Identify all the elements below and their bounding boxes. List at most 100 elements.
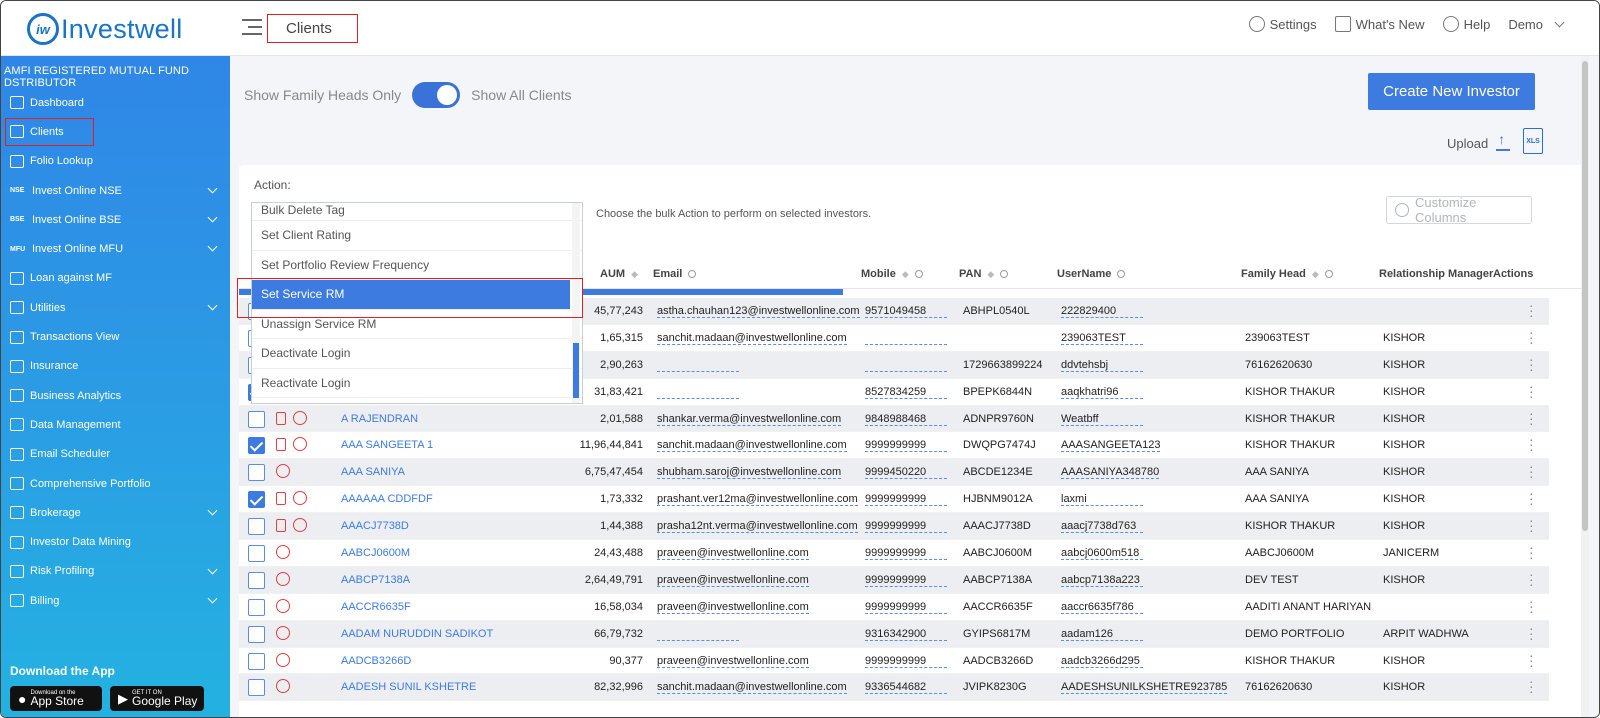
sidebar-item-risk-profiling[interactable]: Risk Profiling <box>1 557 230 586</box>
mobile-value[interactable]: 9999999999 <box>865 520 947 534</box>
whats-new-link[interactable]: What's New <box>1334 16 1425 32</box>
app-store-button[interactable]: ● Download on the App Store <box>10 686 102 711</box>
client-name[interactable]: AADAM NURUDDIN SADIKOT <box>341 628 493 640</box>
menu-icon[interactable] <box>242 19 262 37</box>
mobile-value[interactable]: 9999999999 <box>865 493 947 507</box>
table-row[interactable]: AAACJ7738D 1,44,388 prasha12nt.verma@inves… <box>239 513 1549 541</box>
sidebar-item-brokerage[interactable]: Brokerage <box>1 498 230 527</box>
table-row[interactable]: AACCR6635F 16,58,034 praveen@investwellonl… <box>239 593 1549 621</box>
action-option[interactable]: Set Client Rating <box>252 221 582 251</box>
col-family-head[interactable]: Family Head ◆ <box>1241 268 1333 280</box>
sidebar-item-insurance[interactable]: Insurance <box>1 352 230 381</box>
client-name[interactable]: AABCJ0600M <box>341 547 410 559</box>
row-checkbox[interactable] <box>248 598 265 616</box>
more-options-icon[interactable]: · · · <box>1529 352 1534 376</box>
username-value[interactable]: aaqkhatri96 <box>1061 386 1143 399</box>
more-options-icon[interactable]: · · · <box>1529 674 1534 698</box>
username-value[interactable]: aabcj0600m518 <box>1061 547 1143 561</box>
more-options-icon[interactable]: · · · <box>1529 540 1534 564</box>
upload-button[interactable]: Upload <box>1447 131 1511 151</box>
username-value[interactable]: aabcp7138a223 <box>1061 574 1143 587</box>
col-aum[interactable]: AUM ◆ <box>600 268 638 280</box>
table-row[interactable]: AAAAAA CDDFDF 1,73,332 prashant.ver12ma@in… <box>239 486 1549 514</box>
username-value[interactable]: aaacj7738d763 <box>1061 520 1143 534</box>
more-options-icon[interactable]: · · · <box>1529 621 1534 645</box>
action-option[interactable]: Set Portfolio Review Frequency <box>252 251 582 280</box>
email-value[interactable]: praveen@investwellonline.com <box>657 574 809 587</box>
table-row[interactable]: AAA SANGEETA 1 11,96,44,841 sanchit.madaan… <box>239 432 1549 460</box>
sidebar-item-billing[interactable]: Billing <box>1 586 230 615</box>
username-value[interactable]: AAASANGEETA123 <box>1061 439 1161 453</box>
client-name[interactable]: AADCB3266D <box>341 655 411 667</box>
more-options-icon[interactable]: · · · <box>1529 567 1534 591</box>
settings-link[interactable]: Settings <box>1248 16 1317 32</box>
email-value[interactable] <box>657 628 739 641</box>
action-option[interactable]: Bulk Delete Tag <box>252 203 582 221</box>
email-value[interactable]: sanchit.madaan@investwellonline.com <box>657 332 847 345</box>
search-icon[interactable] <box>914 270 923 278</box>
username-value[interactable]: AADESHSUNILKSHETRE923785 <box>1061 681 1228 695</box>
sidebar-item-data-management[interactable]: Data Management <box>1 410 230 439</box>
username-value[interactable]: 222829400 <box>1061 305 1143 318</box>
mobile-value[interactable]: 9316342900 <box>865 628 947 641</box>
client-name[interactable]: AACCR6635F <box>341 601 411 613</box>
sidebar-item-invest-online-mfu[interactable]: MFU Invest Online MFU <box>1 234 230 263</box>
client-name[interactable]: AADESH SUNIL KSHETRE <box>341 681 476 693</box>
more-options-icon[interactable]: · · · <box>1529 486 1534 510</box>
table-row[interactable]: AADCB3266D 90,377 praveen@investwellonline… <box>239 647 1549 675</box>
row-checkbox[interactable] <box>248 652 265 670</box>
sort-icon[interactable]: ◆ <box>902 269 909 280</box>
email-value[interactable]: praveen@investwellonline.com <box>657 601 809 614</box>
client-name[interactable]: AAA SANIYA <box>341 466 405 478</box>
sidebar-item-investor-data-mining[interactable]: Investor Data Mining <box>1 527 230 556</box>
family-heads-toggle[interactable] <box>412 82 461 108</box>
sidebar-item-transactions-view[interactable]: Transactions View <box>1 322 230 351</box>
more-options-icon[interactable]: · · · <box>1529 513 1534 537</box>
xls-file-icon[interactable]: XLS <box>1523 128 1543 154</box>
user-menu[interactable]: Demo <box>1508 17 1565 32</box>
more-options-icon[interactable]: · · · <box>1529 459 1534 483</box>
email-value[interactable]: praveen@investwellonline.com <box>657 655 809 668</box>
action-option[interactable]: Set Service RM <box>252 280 570 310</box>
google-play-button[interactable]: ▶ GET IT ON Google Play <box>110 686 204 711</box>
sort-icon[interactable]: ◆ <box>987 269 994 280</box>
row-checkbox[interactable] <box>248 464 265 482</box>
sidebar-item-dashboard[interactable]: Dashboard <box>1 88 230 117</box>
sort-icon[interactable]: ◆ <box>1312 269 1319 280</box>
mobile-value[interactable] <box>865 359 947 372</box>
search-icon[interactable] <box>1117 270 1126 278</box>
username-value[interactable]: AAASANIYA348780 <box>1061 466 1160 480</box>
action-option[interactable]: Reactivate Login <box>252 369 582 398</box>
more-options-icon[interactable]: · · · <box>1529 406 1534 430</box>
logo[interactable]: iw Investwell <box>27 13 183 45</box>
sidebar-item-invest-online-nse[interactable]: NSE Invest Online NSE <box>1 176 230 205</box>
help-link[interactable]: Help <box>1442 16 1490 32</box>
email-value[interactable]: sanchit.madaan@investwellonline.com <box>657 439 847 453</box>
search-icon[interactable] <box>688 270 697 278</box>
table-row[interactable]: AADESH SUNIL KSHETRE 82,32,996 sanchit.mad… <box>239 674 1549 702</box>
sidebar-item-folio-lookup[interactable]: Folio Lookup <box>1 147 230 176</box>
col-username[interactable]: UserName <box>1057 268 1126 280</box>
mobile-value[interactable]: 8527834259 <box>865 386 947 399</box>
col-pan[interactable]: PAN ◆ <box>959 268 1009 280</box>
username-value[interactable]: ddvtehsbj <box>1061 359 1143 372</box>
col-email[interactable]: Email <box>653 268 697 280</box>
mobile-value[interactable]: 9999999999 <box>865 547 947 561</box>
sidebar-item-utilities[interactable]: Utilities <box>1 293 230 322</box>
username-value[interactable]: 239063TEST <box>1061 332 1143 345</box>
client-name[interactable]: AAAAAA CDDFDF <box>341 493 433 505</box>
mobile-value[interactable]: 9336544682 <box>865 681 947 695</box>
mobile-value[interactable]: 9999999999 <box>865 655 947 668</box>
client-name[interactable]: AAACJ7738D <box>341 520 409 532</box>
email-value[interactable]: shubham.saroj@investwellonline.com <box>657 466 842 480</box>
more-options-icon[interactable]: · · · <box>1529 648 1534 672</box>
table-row[interactable]: AABCJ0600M 24,43,488 praveen@investwellonl… <box>239 540 1549 567</box>
username-value[interactable]: aadcb3266d295 <box>1061 655 1143 668</box>
row-checkbox[interactable] <box>248 545 265 563</box>
create-investor-button[interactable]: Create New Investor <box>1368 73 1535 110</box>
row-checkbox[interactable] <box>248 625 265 643</box>
sidebar-item-comprehensive-portfolio[interactable]: Comprehensive Portfolio <box>1 469 230 498</box>
username-value[interactable]: laxmi <box>1061 493 1143 507</box>
action-option[interactable]: Deactivate Login <box>252 339 582 369</box>
col-mobile[interactable]: Mobile ◆ <box>861 268 923 280</box>
